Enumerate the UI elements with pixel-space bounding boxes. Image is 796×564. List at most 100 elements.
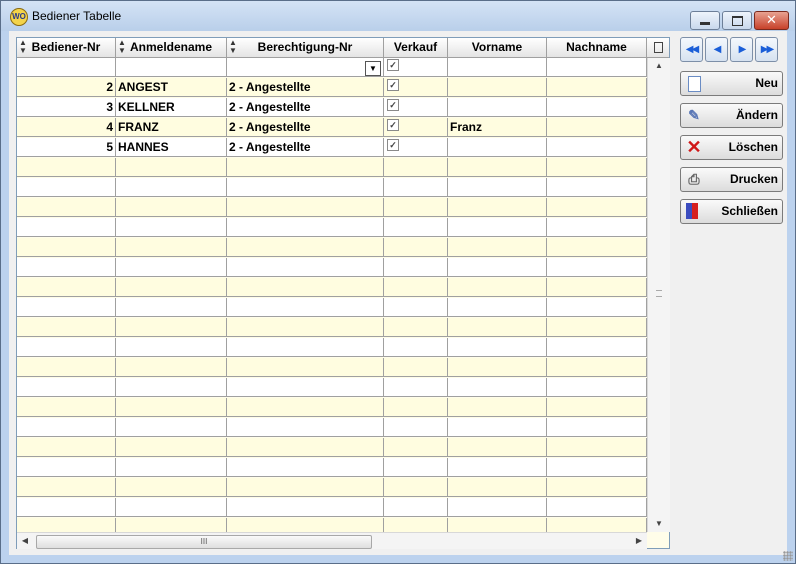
cell-nr[interactable] [17,318,116,337]
cell-nr[interactable] [17,278,116,297]
schliessen-button[interactable]: Schließen [680,199,783,224]
table-row[interactable] [17,498,647,518]
title-bar[interactable]: WO Bediener Tabelle ✕ [1,1,795,31]
cell-nr[interactable] [17,238,116,257]
cell-verkauf[interactable] [384,238,448,257]
cell-verkauf[interactable] [384,358,448,377]
cell-verkauf[interactable] [384,478,448,497]
scroll-left-icon[interactable]: ◀ [17,533,33,549]
drucken-button[interactable]: ⎙ Drucken [680,167,783,192]
cell-nachname[interactable] [547,498,647,517]
scroll-down-icon[interactable]: ▼ [648,516,670,532]
cell-role[interactable] [227,278,384,297]
column-header-nachname[interactable]: Nachname [547,38,647,58]
cell-role[interactable]: 2 - Angestellte [227,118,384,137]
cell-nr[interactable] [17,478,116,497]
cell-verkauf[interactable] [384,338,448,357]
loeschen-button[interactable]: ✕ Löschen [680,135,783,160]
last-record-button[interactable]: ▶▶ [755,37,778,62]
cell-role[interactable] [227,198,384,217]
cell-vorname[interactable] [448,478,547,497]
cell-vorname[interactable] [448,78,547,97]
table-row[interactable] [17,378,647,398]
cell-verkauf[interactable]: ✓ [384,58,448,77]
cell-verkauf[interactable]: ✓ [384,138,448,157]
cell-role[interactable] [227,258,384,277]
column-header-verkauf[interactable]: Verkauf [384,38,448,58]
cell-nachname[interactable] [547,118,647,137]
cell-nr[interactable]: 4 [17,118,116,137]
table-row[interactable] [17,318,647,338]
column-chooser-button[interactable] [647,38,669,58]
verkauf-checkbox[interactable]: ✓ [387,99,399,111]
cell-role[interactable] [227,478,384,497]
cell-vorname[interactable] [448,238,547,257]
cell-role[interactable] [227,418,384,437]
cell-verkauf[interactable] [384,318,448,337]
column-header-role[interactable]: ▲ ▼ Berechtigung-Nr [227,38,384,58]
cell-nr[interactable]: 3 [17,98,116,117]
sort-icon[interactable]: ▲ ▼ [19,39,27,55]
cell-role[interactable] [227,298,384,317]
cell-nr[interactable] [17,438,116,457]
column-header-nr[interactable]: ▲ ▼ Bediener-Nr [17,38,116,58]
cell-nr[interactable] [17,298,116,317]
cell-vorname[interactable] [448,278,547,297]
cell-name[interactable]: ANGEST [116,78,227,97]
cell-vorname[interactable] [448,258,547,277]
cell-vorname[interactable] [448,378,547,397]
cell-vorname[interactable] [448,218,547,237]
cell-name[interactable] [116,438,227,457]
sort-icon[interactable]: ▲ ▼ [229,39,237,55]
cell-role[interactable]: 1 - Chef ▼ [227,58,384,77]
cell-vorname[interactable] [448,198,547,217]
table-row[interactable] [17,478,647,498]
cell-name[interactable]: FRANZ [116,118,227,137]
cell-vorname[interactable] [448,318,547,337]
cell-nachname[interactable] [547,458,647,477]
cell-name[interactable]: HANNES [116,138,227,157]
cell-vorname[interactable] [448,338,547,357]
cell-vorname[interactable] [448,518,547,532]
horizontal-scroll-thumb[interactable]: III [36,535,372,549]
table-row[interactable] [17,398,647,418]
cell-nr[interactable] [17,498,116,517]
cell-name[interactable] [116,418,227,437]
table-row[interactable] [17,358,647,378]
cell-name[interactable] [116,358,227,377]
cell-nachname[interactable] [547,398,647,417]
table-row[interactable] [17,418,647,438]
cell-vorname[interactable] [448,98,547,117]
next-record-button[interactable]: ▶ [730,37,753,62]
cell-vorname[interactable]: 0000148ECA17 [448,58,547,77]
cell-name[interactable] [116,298,227,317]
cell-nachname[interactable] [547,158,647,177]
cell-name[interactable] [116,178,227,197]
cell-name[interactable]: CHEF [116,58,227,77]
cell-nr[interactable]: 2 [17,78,116,97]
cell-nr[interactable] [17,398,116,417]
cell-role[interactable] [227,238,384,257]
cell-role[interactable] [227,398,384,417]
scroll-right-icon[interactable]: ▶ [631,533,647,549]
cell-verkauf[interactable]: ✓ [384,78,448,97]
verkauf-checkbox[interactable]: ✓ [387,119,399,131]
cell-nachname[interactable] [547,238,647,257]
cell-name[interactable] [116,518,227,532]
cell-nachname[interactable] [547,518,647,532]
cell-nr[interactable] [17,518,116,532]
cell-nr[interactable] [17,458,116,477]
cell-nachname[interactable] [547,318,647,337]
cell-name[interactable] [116,318,227,337]
cell-name[interactable] [116,198,227,217]
cell-nr[interactable] [17,198,116,217]
cell-verkauf[interactable] [384,158,448,177]
cell-verkauf[interactable] [384,378,448,397]
first-record-button[interactable]: ◀◀ [680,37,703,62]
cell-nachname[interactable] [547,98,647,117]
cell-nr[interactable] [17,358,116,377]
cell-role[interactable]: 2 - Angestellte [227,78,384,97]
column-header-vorname[interactable]: Vorname [448,38,547,58]
cell-verkauf[interactable] [384,178,448,197]
table-row[interactable] [17,438,647,458]
